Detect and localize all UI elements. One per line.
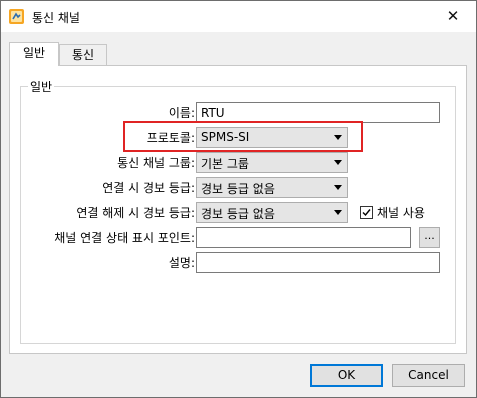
protocol-dropdown[interactable]: SPMS-SI (196, 127, 348, 148)
connect-alarm-dropdown[interactable]: 경보 등급 없음 (196, 177, 348, 198)
browse-button[interactable]: ... (419, 227, 440, 248)
group-title: 일반 (28, 78, 55, 95)
tab-communication[interactable]: 통신 (59, 44, 107, 66)
description-field[interactable] (196, 252, 440, 273)
window-title: 통신 채널 (32, 11, 80, 25)
connect-alarm-label: 연결 시 경보 등급: (102, 181, 195, 195)
name-label: 이름: (168, 106, 195, 120)
channel-use-label: 채널 사용 (377, 206, 425, 220)
close-icon[interactable]: ✕ (430, 1, 476, 32)
channel-group-label: 통신 채널 그룹: (117, 156, 195, 170)
title-bar: 통신 채널 ✕ (1, 1, 476, 32)
disconnect-alarm-label: 연결 해제 시 경보 등급: (76, 206, 195, 220)
channel-group-dropdown[interactable]: 기본 그룹 (196, 152, 348, 173)
chevron-down-icon (334, 160, 342, 165)
name-field[interactable] (196, 102, 440, 123)
general-group: 일반 이름: 프로토콜: SPMS-SI 통신 채널 그룹: 기본 그룹 (20, 78, 456, 344)
channel-use-checkbox[interactable] (360, 206, 373, 219)
protocol-value: SPMS-SI (201, 130, 250, 144)
disconnect-alarm-value: 경보 등급 없음 (201, 207, 275, 221)
status-point-label: 채널 연결 상태 표시 포인트: (54, 231, 195, 245)
tab-general[interactable]: 일반 (9, 42, 59, 66)
disconnect-alarm-dropdown[interactable]: 경보 등급 없음 (196, 202, 348, 223)
channel-group-value: 기본 그룹 (201, 157, 249, 171)
app-icon (9, 9, 24, 24)
chevron-down-icon (334, 185, 342, 190)
connect-alarm-value: 경보 등급 없음 (201, 182, 275, 196)
protocol-label: 프로토콜: (146, 131, 195, 145)
status-point-field[interactable] (196, 227, 411, 248)
description-label: 설명: (168, 256, 195, 270)
dialog-window: 통신 채널 ✕ 일반 통신 일반 이름: 프로토콜: SPMS-SI 통신 채널… (0, 0, 477, 398)
checkmark-icon (362, 209, 371, 217)
chevron-down-icon (334, 135, 342, 140)
tab-panel-general: 일반 이름: 프로토콜: SPMS-SI 통신 채널 그룹: 기본 그룹 (9, 65, 467, 354)
tab-control: 일반 통신 일반 이름: 프로토콜: SPMS-SI 통신 채널 그룹: 기본 … (9, 42, 467, 354)
ok-button[interactable]: OK (310, 364, 383, 387)
cancel-button[interactable]: Cancel (392, 364, 465, 387)
chevron-down-icon (334, 210, 342, 215)
